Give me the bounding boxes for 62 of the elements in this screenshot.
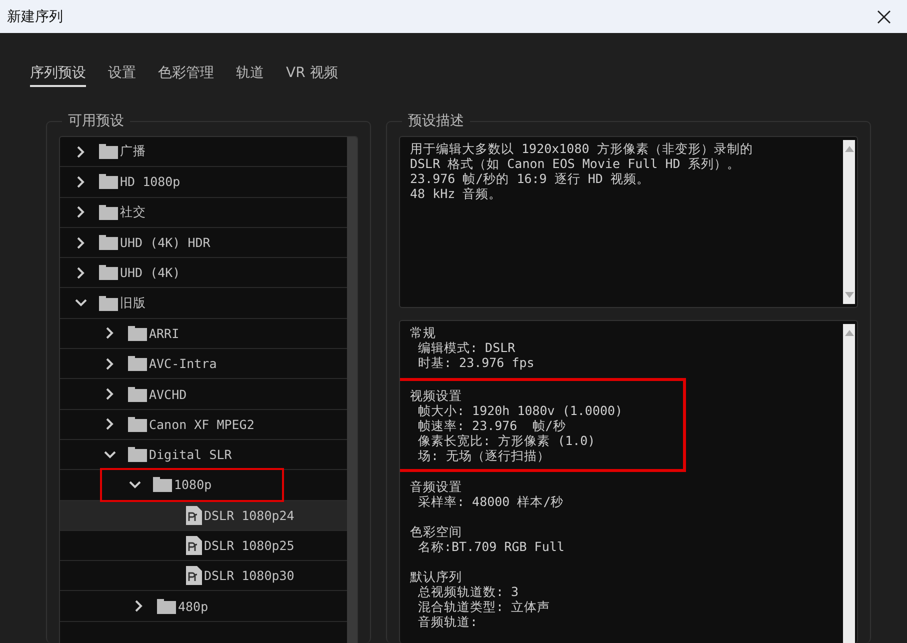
detail-line: 混合轨道类型: 立体声 <box>418 599 550 614</box>
folder-icon <box>153 477 172 492</box>
tab[interactable]: 轨道 <box>236 64 264 87</box>
folder-icon <box>99 144 118 160</box>
tree-item[interactable]: AVC-Intra <box>60 349 347 380</box>
tab[interactable]: 色彩管理 <box>158 64 214 87</box>
folder-icon <box>128 447 147 462</box>
section-heading: 色彩空间 <box>410 524 462 539</box>
description-line: 23.976 帧/秒的 16:9 逐行 HD 视频。 <box>410 171 650 186</box>
tree-item[interactable]: DSLR 1080p24 <box>60 500 347 531</box>
detail-line: 场: 无场（逐行扫描） <box>418 448 550 463</box>
tree-item[interactable]: HD 1080p <box>60 167 347 198</box>
tree-item[interactable]: Canon XF MPEG2 <box>60 410 347 440</box>
tree-item[interactable]: 广播 <box>60 137 347 168</box>
tree-item[interactable]: DSLR 1080p30 <box>60 561 347 592</box>
tab[interactable]: VR 视频 <box>286 64 338 87</box>
tree-item[interactable]: AVCHD <box>60 379 347 410</box>
tree-item[interactable]: UHD (4K) HDR <box>60 228 347 258</box>
section-heading: 视频设置 <box>410 388 462 403</box>
scrollbar[interactable] <box>843 324 855 643</box>
description-line: 用于编辑大多数以 1920x1080 方形像素（非变形）录制的 <box>410 141 753 156</box>
tree-item[interactable]: ARRI <box>60 318 347 350</box>
detail-line: 像素长宽比: 方形像素 (1.0) <box>418 433 596 448</box>
section-heading: 常规 <box>410 325 436 340</box>
folder-icon <box>157 598 176 614</box>
description-line: 48 kHz 音频。 <box>410 186 502 201</box>
tree-item[interactable]: 480p <box>60 591 347 622</box>
close-icon[interactable] <box>877 10 891 24</box>
folder-icon <box>99 296 118 311</box>
tab[interactable]: 设置 <box>108 64 136 87</box>
folder-icon <box>128 386 147 402</box>
preset-file-icon <box>186 566 202 586</box>
detail-line: 名称:BT.709 RGB Full <box>418 539 564 554</box>
tree-item[interactable]: 旧版 <box>60 288 347 319</box>
group-title: 预设描述 <box>407 112 465 130</box>
tree-item[interactable]: DSLR 1080p25 <box>60 530 347 562</box>
detail-line: 音频轨道: <box>418 614 478 629</box>
folder-icon <box>99 265 118 280</box>
detail-line: 总视频轨道数: 3 <box>418 584 519 599</box>
folder-icon <box>128 356 147 372</box>
detail-line: 编辑模式: DSLR <box>418 340 516 355</box>
group-title: 可用预设 <box>67 112 125 130</box>
folder-icon <box>99 174 118 190</box>
section-heading: 默认序列 <box>410 569 462 584</box>
detail-line: 时基: 23.976 fps <box>418 355 534 370</box>
folder-icon <box>99 204 118 220</box>
detail-line: 帧速率: 23.976 帧/秒 <box>418 418 566 433</box>
detail-line: 帧大小: 1920h 1080v (1.0000) <box>418 403 623 418</box>
preset-file-icon <box>186 536 202 556</box>
folder-icon <box>128 416 147 432</box>
scrollbar[interactable] <box>347 137 357 643</box>
tree-item[interactable]: 社交 <box>60 198 347 228</box>
description-line: DSLR 格式（如 Canon EOS Movie Full HD 系列）。 <box>410 156 740 171</box>
tab[interactable]: 序列预设 <box>30 64 86 87</box>
tree-item[interactable]: UHD (4K) <box>60 258 347 288</box>
detail-line: 采样率: 48000 样本/秒 <box>418 494 564 509</box>
folder-icon <box>128 326 147 341</box>
folder-icon <box>99 235 118 250</box>
section-heading: 音频设置 <box>410 479 462 494</box>
tree-item[interactable]: Digital SLR <box>60 440 347 470</box>
preset-file-icon <box>186 506 202 525</box>
window-title: 新建序列 <box>7 8 63 26</box>
